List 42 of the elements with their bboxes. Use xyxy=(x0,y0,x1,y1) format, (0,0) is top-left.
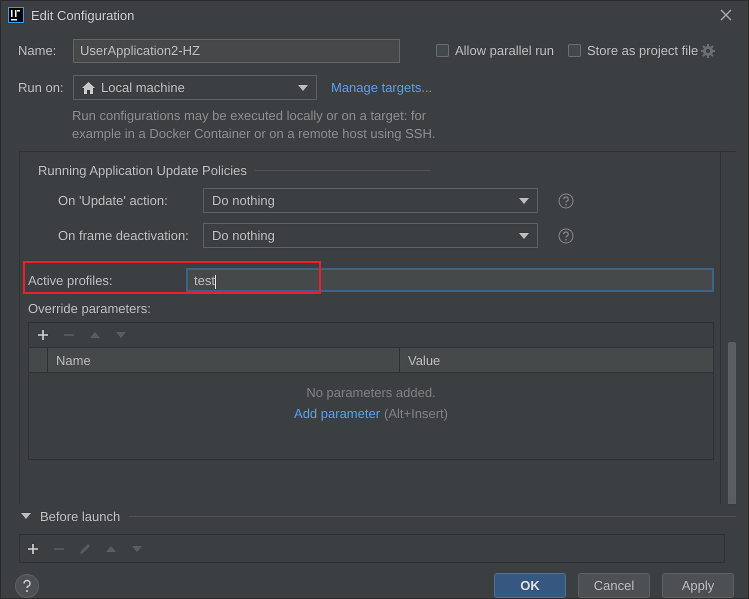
run-on-description: Run configurations may be executed locally or on a target: for example in a Docker Container or on a remote host using SSH. xyxy=(72,107,436,143)
gear-icon[interactable] xyxy=(701,44,716,58)
checkbox-option[interactable]: Allow parallel run xyxy=(436,43,554,58)
close-icon[interactable] xyxy=(720,9,732,22)
column-header[interactable]: Value xyxy=(400,348,713,372)
checkbox-option[interactable]: Store as project file xyxy=(568,43,698,58)
column-header[interactable]: Name xyxy=(48,348,400,372)
manage-targets-link[interactable]: Manage targets... xyxy=(331,80,432,95)
help-icon[interactable] xyxy=(558,228,574,244)
empty-table-message: No parameters added. xyxy=(306,385,436,400)
checkbox[interactable] xyxy=(568,44,581,58)
policy-label: On frame deactivation: xyxy=(58,228,190,243)
run-on-dropdown[interactable]: Local machine xyxy=(73,75,317,100)
add-parameter-link[interactable]: Add parameter xyxy=(294,406,380,421)
active-profiles-field[interactable]: test xyxy=(186,268,714,292)
checkbox[interactable] xyxy=(436,44,449,58)
caret-icon xyxy=(519,198,529,204)
name-label: Name: xyxy=(18,43,58,58)
section-title[interactable]: Before launch xyxy=(40,508,120,524)
run-on-label: Run on: xyxy=(18,80,65,95)
active-profiles-label: Active profiles: xyxy=(28,272,114,288)
shortcut-hint: (Alt+Insert) xyxy=(384,406,448,421)
dialog-button[interactable]: Cancel xyxy=(578,573,650,598)
section-title: Running Application Update Policies xyxy=(38,163,247,178)
dialog-button[interactable]: Apply xyxy=(662,573,734,598)
expand-arrow-icon[interactable] xyxy=(21,511,31,521)
scrollbar[interactable] xyxy=(728,342,736,507)
window-title: Edit Configuration xyxy=(31,8,134,23)
policy-dropdown[interactable]: Do nothing xyxy=(203,188,538,213)
home-icon xyxy=(82,82,95,94)
add-icon[interactable] xyxy=(26,542,40,556)
override-parameters-label: Override parameters: xyxy=(28,301,152,316)
app-logo-icon xyxy=(8,7,24,24)
caret-icon xyxy=(298,84,308,90)
help-icon[interactable] xyxy=(558,192,574,208)
name-field[interactable]: UserApplication2-HZ xyxy=(73,38,400,63)
add-icon[interactable] xyxy=(37,329,49,341)
policy-dropdown[interactable]: Do nothing xyxy=(203,223,538,248)
policy-label: On 'Update' action: xyxy=(58,193,169,208)
dialog-button[interactable]: OK xyxy=(494,573,566,598)
help-icon[interactable] xyxy=(15,574,39,598)
caret-icon xyxy=(519,232,529,238)
